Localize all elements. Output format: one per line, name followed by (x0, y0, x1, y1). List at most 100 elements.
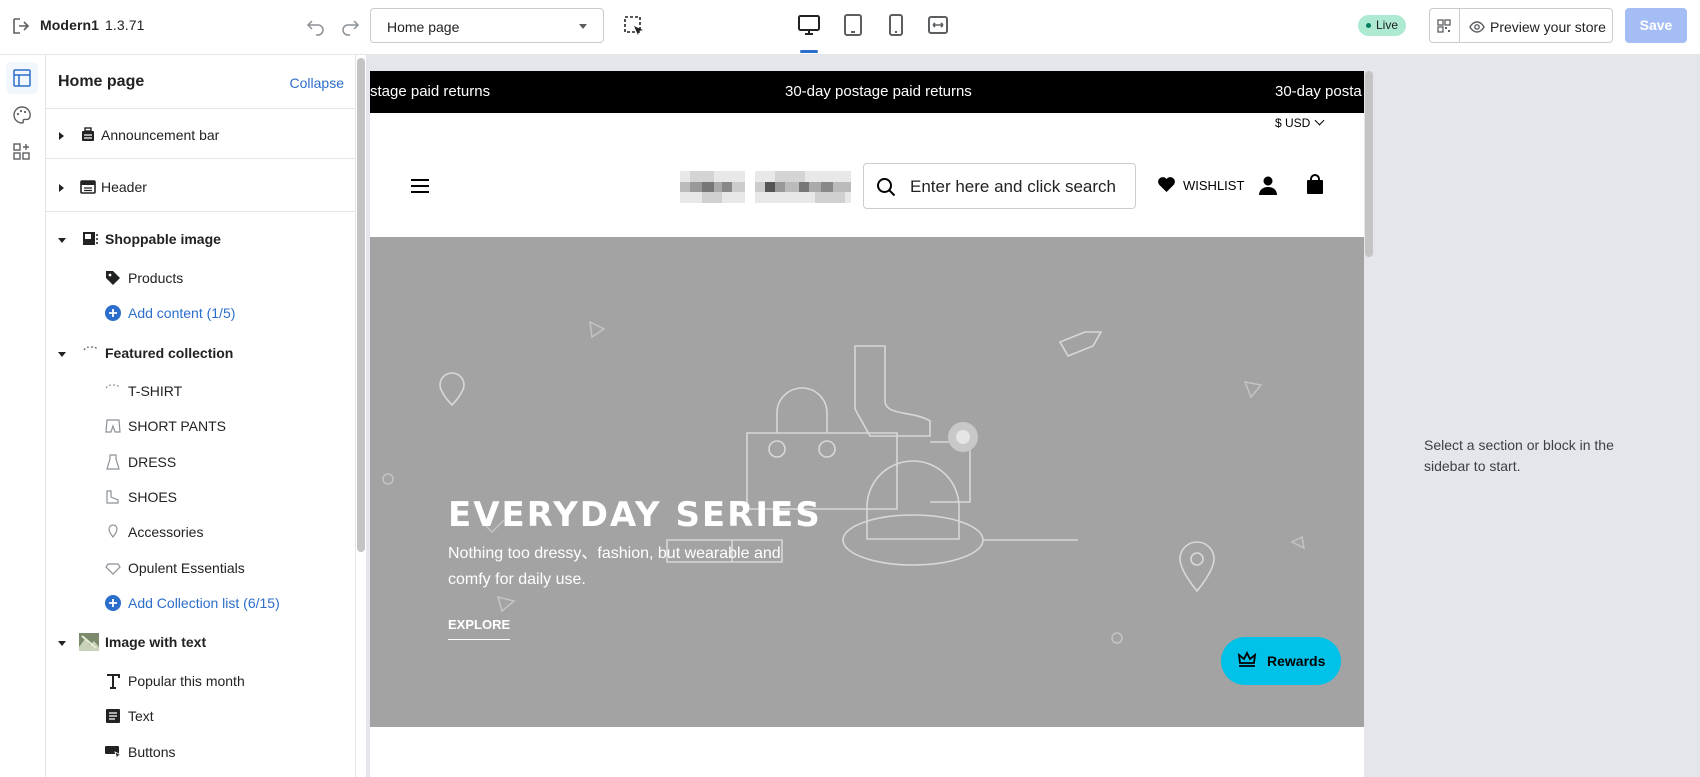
eye-icon (1469, 21, 1485, 33)
shoes-icon (106, 490, 119, 504)
divider (46, 158, 355, 159)
chevron-down-icon (579, 24, 587, 29)
announcement-text: 30-day postage paid returns (785, 83, 972, 100)
currency-label: $ USD (1275, 116, 1311, 130)
announcement-text-right: 30-day posta (1275, 83, 1362, 100)
announcement-text-left: stage paid returns (370, 83, 491, 100)
wishlist-label: WISHLIST (1183, 178, 1245, 193)
hero-banner[interactable]: EVERYDAY SERIES Nothing too dressy、fashi… (370, 237, 1364, 727)
announcement-icon (82, 127, 94, 141)
collection-icon (83, 346, 99, 351)
icon-rail (0, 55, 46, 777)
menu-icon[interactable] (411, 179, 429, 193)
live-label: Live (1376, 18, 1399, 32)
block-label: Popular this month (128, 673, 245, 689)
block-label: SHORT PANTS (128, 418, 227, 434)
rewards-label: Rewards (1267, 653, 1326, 669)
undo-icon[interactable] (306, 16, 326, 36)
preview-scrollbar[interactable] (1365, 71, 1373, 257)
text-block-icon (106, 709, 120, 723)
sidebar-title: Home page (58, 73, 145, 90)
block-label: Opulent Essentials (128, 560, 245, 576)
add-icon (105, 595, 121, 611)
block-label: Text (128, 708, 154, 724)
qr-code-button[interactable] (1429, 8, 1459, 43)
divider (46, 211, 355, 212)
search-icon (877, 178, 896, 197)
image-thumb-icon (79, 633, 99, 651)
live-dot-icon (1366, 23, 1371, 28)
currency-selector[interactable]: $ USD (1275, 115, 1325, 130)
block-label: Buttons (128, 744, 176, 760)
app-name: Modern1 (40, 17, 100, 33)
app-title: Modern1 1.3.71 (40, 17, 145, 33)
live-status-badge: Live (1358, 15, 1407, 36)
sidebar-header: Home page Collapse (46, 55, 355, 109)
expand-caret-icon[interactable] (59, 184, 64, 192)
account-icon[interactable] (1258, 175, 1278, 195)
tshirt-icon (105, 384, 121, 389)
expand-caret-icon[interactable] (59, 132, 64, 140)
add-icon (105, 305, 121, 321)
block-label: DRESS (128, 454, 177, 470)
add-collection-list-label: Add Collection list (6/15) (128, 595, 280, 611)
device-active-indicator (800, 50, 818, 53)
tablet-icon[interactable] (841, 13, 865, 37)
top-bar: Modern1 1.3.71 Home page Live Preview you… (0, 0, 1700, 55)
sections-tab[interactable] (6, 62, 38, 94)
collapse-caret-icon[interactable] (58, 238, 66, 243)
empty-state-hint: Select a section or block in the sidebar… (1424, 437, 1614, 474)
section-label: Header (101, 179, 147, 195)
pants-icon (105, 419, 121, 433)
fullscreen-icon[interactable] (926, 13, 950, 37)
section-label: Shoppable image (105, 231, 221, 247)
announcement-bar[interactable]: stage paid returns 30-day postage paid r… (370, 71, 1364, 113)
redo-icon[interactable] (340, 16, 360, 36)
hero-title: EVERYDAY SERIES (448, 495, 822, 535)
search-placeholder: Enter here and click search (910, 177, 1116, 196)
section-label: Image with text (105, 634, 207, 650)
sidebar-scrollbar[interactable] (357, 58, 365, 552)
settings-panel: Select a section or block in the sidebar… (1377, 55, 1700, 777)
page-select[interactable]: Home page (370, 8, 604, 43)
page-select-value: Home page (387, 19, 460, 35)
block-label: Accessories (128, 524, 204, 540)
rewards-button[interactable]: Rewards (1221, 637, 1341, 685)
section-label: Featured collection (105, 345, 234, 361)
apps-icon (13, 143, 30, 160)
apps-tab[interactable] (6, 136, 38, 168)
header-icon (80, 180, 96, 194)
mobile-icon[interactable] (884, 13, 908, 37)
store-logo[interactable] (680, 171, 745, 203)
hero-description: Nothing too dressy、fashion, but wearable… (448, 545, 781, 588)
store-logo-text (755, 171, 851, 203)
sections-icon (13, 69, 31, 87)
gem-icon (105, 563, 121, 575)
save-button[interactable]: Save (1625, 8, 1687, 43)
sections-sidebar: Home page Collapse Announcement bar Head… (46, 55, 356, 777)
exit-icon[interactable] (11, 16, 31, 36)
store-search-input[interactable]: Enter here and click search (863, 163, 1136, 209)
explore-button[interactable]: EXPLORE (448, 617, 511, 640)
accessories-icon (108, 524, 118, 538)
cart-bag-icon[interactable] (1306, 174, 1324, 194)
preview-store-label: Preview your store (1490, 19, 1606, 35)
hero-illustration (382, 320, 1306, 644)
store-preview-frame[interactable]: stage paid returns 30-day postage paid r… (370, 71, 1364, 777)
collapse-link[interactable]: Collapse (290, 75, 344, 91)
block-label: T-SHIRT (128, 383, 183, 399)
preview-store-button[interactable]: Preview your store (1459, 8, 1613, 43)
add-content-label: Add content (1/5) (128, 305, 236, 321)
buttons-icon (105, 746, 122, 761)
collapse-caret-icon[interactable] (58, 641, 66, 646)
qr-code-icon (1437, 19, 1451, 33)
collapse-caret-icon[interactable] (58, 352, 66, 357)
crown-icon (1237, 651, 1257, 667)
text-t-icon (107, 674, 120, 689)
app-version: 1.3.71 (105, 17, 145, 33)
desktop-icon[interactable] (797, 13, 821, 37)
inspect-icon[interactable] (623, 15, 645, 37)
heart-icon (1158, 177, 1175, 192)
chevron-down-icon (1314, 115, 1325, 126)
theme-settings-tab[interactable] (6, 99, 38, 131)
